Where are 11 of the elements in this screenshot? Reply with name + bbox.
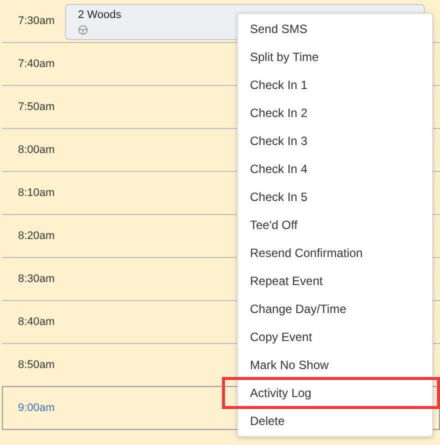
time-label: 8:10am xyxy=(18,187,55,199)
time-label: 7:50am xyxy=(18,101,55,113)
event-title: 2 Woods xyxy=(78,9,122,21)
time-label: 8:00am xyxy=(18,144,55,156)
time-label: 8:40am xyxy=(18,316,55,328)
time-label: 7:40am xyxy=(18,58,55,70)
time-label: 9:00am xyxy=(18,402,55,414)
time-label: 8:50am xyxy=(18,359,55,371)
time-label: 8:20am xyxy=(18,230,55,242)
time-label: 7:30am xyxy=(18,15,55,27)
time-label: 8:30am xyxy=(18,273,55,285)
